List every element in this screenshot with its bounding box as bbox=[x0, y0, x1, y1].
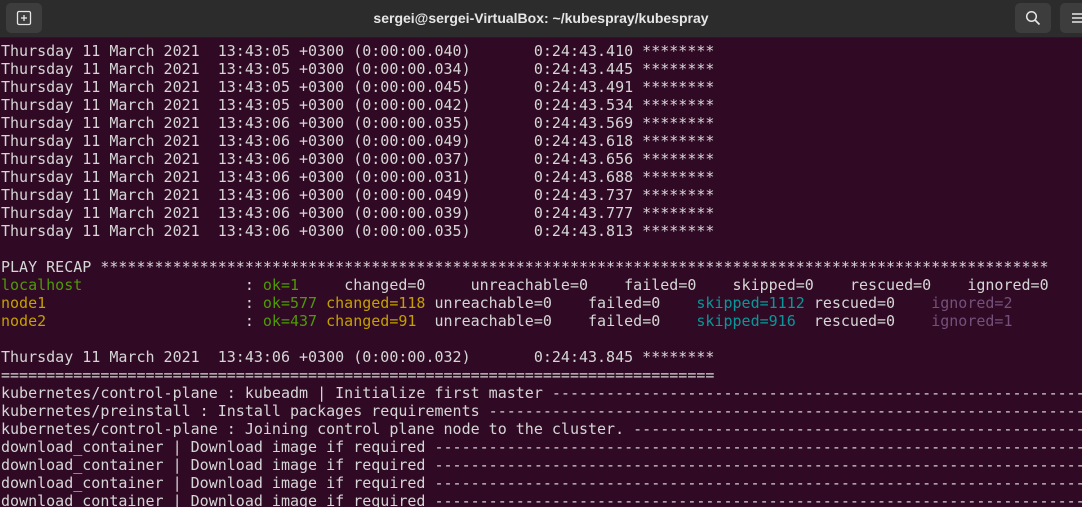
task-timing-line: kubernetes/control-plane : kubeadm | Ini… bbox=[1, 384, 1082, 402]
recap-changed: changed=118 bbox=[326, 294, 435, 312]
title-bar: sergei@sergei-VirtualBox: ~/kubespray/ku… bbox=[0, 0, 1082, 38]
task-timing-line: kubernetes/preinstall : Install packages… bbox=[1, 402, 1082, 420]
recap-host: node2 bbox=[1, 312, 245, 330]
timing-line: Thursday 11 March 2021 13:43:06 +0300 (0… bbox=[1, 186, 715, 204]
terminal-window: sergei@sergei-VirtualBox: ~/kubespray/ku… bbox=[0, 0, 1082, 507]
recap-rescued: rescued=0 bbox=[813, 294, 932, 312]
recap-changed: changed=0 bbox=[344, 276, 471, 294]
terminal-output[interactable]: Thursday 11 March 2021 13:43:05 +0300 (0… bbox=[1, 42, 1082, 507]
recap-failed: failed=0 bbox=[588, 312, 697, 330]
recap-failed: failed=0 bbox=[624, 276, 733, 294]
timing-line: Thursday 11 March 2021 13:43:05 +0300 (0… bbox=[1, 96, 715, 114]
recap-failed: failed=0 bbox=[588, 294, 697, 312]
recap-host: localhost bbox=[1, 276, 245, 294]
recap-changed: changed=91 bbox=[326, 312, 435, 330]
recap-ignored: ignored=2 bbox=[931, 294, 1013, 312]
search-icon bbox=[1025, 10, 1041, 26]
recap-rescued: rescued=0 bbox=[849, 276, 968, 294]
final-timing-line: Thursday 11 March 2021 13:43:06 +0300 (0… bbox=[1, 348, 715, 366]
recap-ignored: ignored=1 bbox=[931, 312, 1013, 330]
recap-skipped: skipped=0 bbox=[732, 276, 850, 294]
timing-line: Thursday 11 March 2021 13:43:06 +0300 (0… bbox=[1, 132, 715, 150]
recap-row-localhost: localhost : ok=1 changed=0 unreachable=0… bbox=[1, 276, 1082, 294]
timing-line: Thursday 11 March 2021 13:43:05 +0300 (0… bbox=[1, 60, 715, 78]
task-timing-line: download_container | Download image if r… bbox=[1, 456, 1082, 474]
recap-skipped: skipped=1112 bbox=[696, 294, 814, 312]
timing-line: Thursday 11 March 2021 13:43:05 +0300 (0… bbox=[1, 78, 715, 96]
timing-line: Thursday 11 March 2021 13:43:06 +0300 (0… bbox=[1, 150, 715, 168]
play-recap-header: PLAY RECAP *****************************… bbox=[1, 258, 1049, 276]
recap-skipped: skipped=916 bbox=[696, 312, 814, 330]
task-timing-line: kubernetes/control-plane : Joining contr… bbox=[1, 420, 1082, 438]
hamburger-menu-icon bbox=[1072, 13, 1082, 23]
task-timing-line: download_container | Download image if r… bbox=[1, 438, 1082, 456]
separator-line: ========================================… bbox=[1, 366, 715, 384]
task-timing-line: download_container | Download image if r… bbox=[1, 474, 1082, 492]
recap-rescued: rescued=0 bbox=[813, 312, 932, 330]
menu-button[interactable] bbox=[1060, 3, 1082, 33]
recap-ignored: ignored=0 bbox=[967, 276, 1049, 294]
timing-line: Thursday 11 March 2021 13:43:05 +0300 (0… bbox=[1, 42, 715, 60]
recap-ok: ok=437 bbox=[262, 312, 327, 330]
timing-line: Thursday 11 March 2021 13:43:06 +0300 (0… bbox=[1, 222, 715, 240]
timing-line: Thursday 11 March 2021 13:43:06 +0300 (0… bbox=[1, 114, 715, 132]
recap-ok: ok=1 bbox=[262, 276, 345, 294]
window-title: sergei@sergei-VirtualBox: ~/kubespray/ku… bbox=[373, 10, 709, 26]
recap-colon: : bbox=[244, 312, 263, 330]
recap-ok: ok=577 bbox=[262, 294, 327, 312]
recap-unreachable: unreachable=0 bbox=[434, 294, 589, 312]
search-button[interactable] bbox=[1015, 3, 1051, 33]
recap-unreachable: unreachable=0 bbox=[470, 276, 625, 294]
recap-colon: : bbox=[244, 294, 263, 312]
recap-row-node1: node1 : ok=577 changed=118 unreachable=0… bbox=[1, 294, 1082, 312]
timing-line: Thursday 11 March 2021 13:43:06 +0300 (0… bbox=[1, 204, 715, 222]
recap-row-node2: node2 : ok=437 changed=91 unreachable=0 … bbox=[1, 312, 1082, 330]
recap-host: node1 bbox=[1, 294, 245, 312]
recap-colon: : bbox=[244, 276, 263, 294]
timing-line: Thursday 11 March 2021 13:43:06 +0300 (0… bbox=[1, 168, 715, 186]
recap-unreachable: unreachable=0 bbox=[434, 312, 589, 330]
task-timing-line: download_container | Download image if r… bbox=[1, 492, 1082, 507]
